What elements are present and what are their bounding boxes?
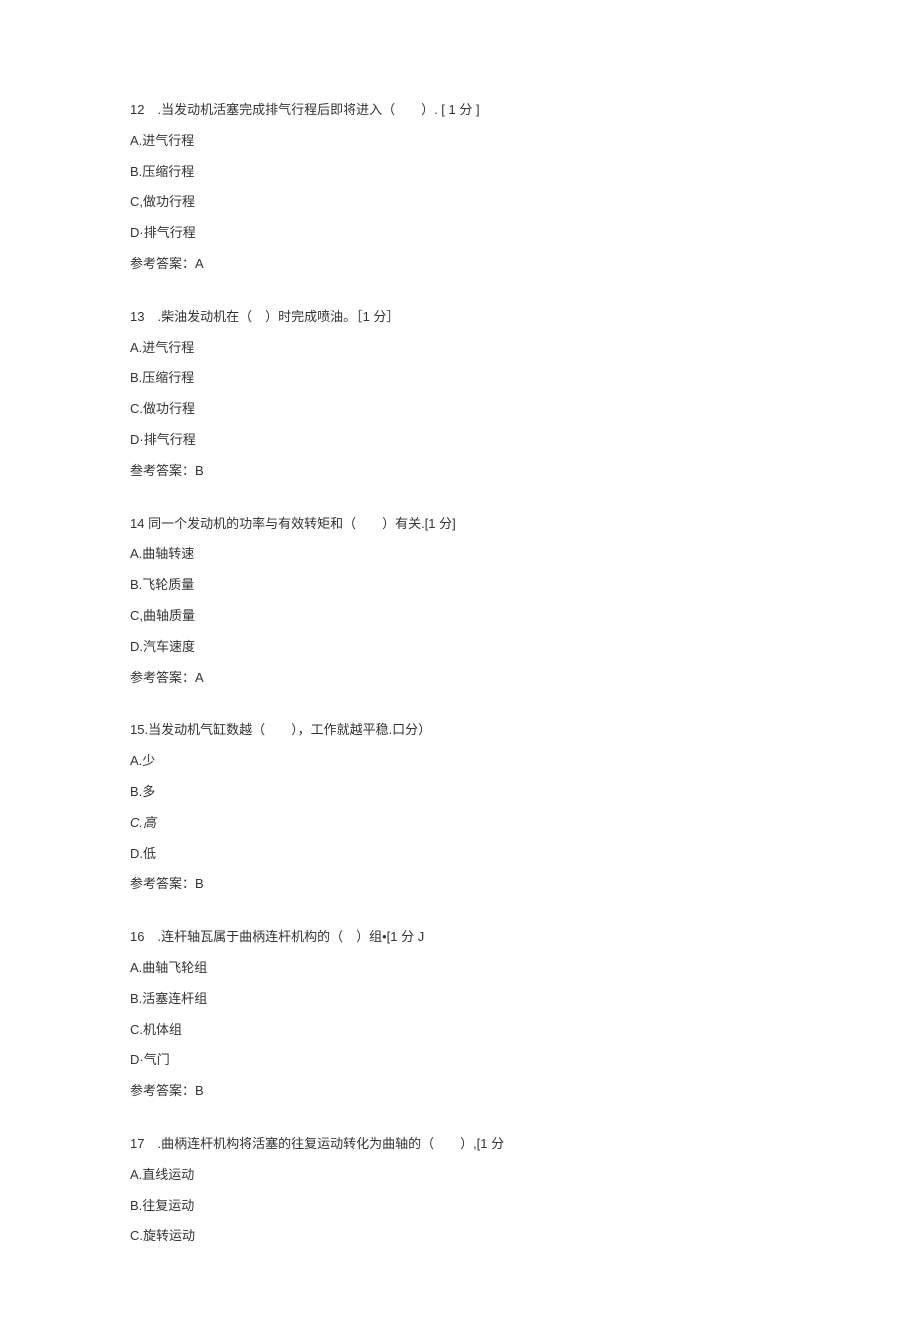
question-option: D·排气行程	[130, 223, 790, 244]
reference-answer: 叁考答案：B	[130, 461, 790, 482]
question-option: B.往复运动	[130, 1196, 790, 1217]
question-option: B.压缩行程	[130, 162, 790, 183]
question-block: 17 .曲柄连杆机构将活塞的往复运动转化为曲轴的（ ）,[1 分 A.直线运动 B.…	[130, 1134, 790, 1247]
question-option: D.低	[130, 844, 790, 865]
question-stem: 12 .当发动机活塞完成排气行程后即将进入（ ）. [ 1 分 ]	[130, 100, 790, 121]
question-block: 13 .柴油发动机在（ ）时完成喷油。［1 分］ A.进气行程 B.压缩行程 C.做功…	[130, 307, 790, 482]
question-option: C.做功行程	[130, 399, 790, 420]
question-option: C,做功行程	[130, 192, 790, 213]
question-option: C.高	[130, 813, 790, 834]
question-option: D.汽车速度	[130, 637, 790, 658]
question-option: B.压缩行程	[130, 368, 790, 389]
question-option: A.曲轴飞轮组	[130, 958, 790, 979]
question-block: 15.当发动机气缸数越（ ），工作就越平稳.口分） A.少 B.多 C.高 D.低参考答…	[130, 720, 790, 895]
question-block: 16 .连杆轴瓦属于曲柄连杆机构的（ ）组•[1 分 J A.曲轴飞轮组 B.活塞连…	[130, 927, 790, 1102]
question-option: A.曲轴转速	[130, 544, 790, 565]
question-option: C.机体组	[130, 1020, 790, 1041]
question-block: 12 .当发动机活塞完成排气行程后即将进入（ ）. [ 1 分 ] A.进气行程 B…	[130, 100, 790, 275]
question-option: A.少	[130, 751, 790, 772]
question-option: D·气门	[130, 1050, 790, 1071]
question-option: D·排气行程	[130, 430, 790, 451]
question-stem: 15.当发动机气缸数越（ ），工作就越平稳.口分）	[130, 720, 790, 741]
reference-answer: 参考答案：B	[130, 874, 790, 895]
reference-answer: 参考答案：A	[130, 254, 790, 275]
question-option: C.旋转运动	[130, 1226, 790, 1247]
question-stem: 17 .曲柄连杆机构将活塞的往复运动转化为曲轴的（ ）,[1 分	[130, 1134, 790, 1155]
question-option: B.多	[130, 782, 790, 803]
question-stem: 16 .连杆轴瓦属于曲柄连杆机构的（ ）组•[1 分 J	[130, 927, 790, 948]
question-option: A.直线运动	[130, 1165, 790, 1186]
question-option: A.进气行程	[130, 338, 790, 359]
question-option: B.活塞连杆组	[130, 989, 790, 1010]
reference-answer: 参考答案：B	[130, 1081, 790, 1102]
question-stem: 14 同一个发动机的功率与有效转矩和（ ）有关.[1 分]	[130, 514, 790, 535]
question-block: 14 同一个发动机的功率与有效转矩和（ ）有关.[1 分] A.曲轴转速 B.飞轮质…	[130, 514, 790, 689]
question-option: C,曲轴质量	[130, 606, 790, 627]
question-option: A.进气行程	[130, 131, 790, 152]
question-stem: 13 .柴油发动机在（ ）时完成喷油。［1 分］	[130, 307, 790, 328]
reference-answer: 参考答案：A	[130, 668, 790, 689]
question-option: B.飞轮质量	[130, 575, 790, 596]
